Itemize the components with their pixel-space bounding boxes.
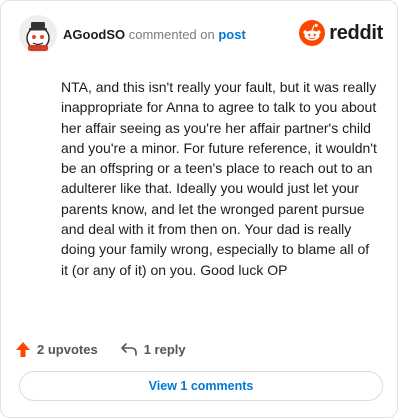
upvote-count: 2 upvotes [37, 341, 98, 357]
action-text: commented on [128, 27, 215, 42]
reply-button[interactable]: 1 reply [120, 341, 186, 357]
comment-actions: 2 upvotes 1 reply [15, 337, 186, 361]
reddit-logo-icon [299, 20, 326, 46]
comment-body: NTA, and this isn't really your fault, b… [61, 79, 377, 278]
brand-logo: reddit [299, 19, 383, 47]
comment-card: AGoodSO commented on post reddit NTA, an… [0, 0, 398, 418]
view-comments-button[interactable]: View 1 comments [19, 371, 383, 401]
post-link[interactable]: post [218, 27, 245, 42]
comment-header: AGoodSO commented on post reddit [19, 15, 383, 55]
upvote-button[interactable]: 2 upvotes [15, 341, 98, 358]
snoo-avatar-icon [19, 15, 57, 53]
avatar[interactable] [19, 15, 57, 53]
reply-arrow-icon [120, 343, 137, 356]
upvote-arrow-icon [16, 341, 30, 357]
reply-count: 1 reply [143, 341, 186, 357]
author-username[interactable]: AGoodSO [63, 27, 125, 42]
comment-meta: AGoodSO commented on post [63, 27, 246, 43]
brand-name: reddit [329, 21, 383, 44]
